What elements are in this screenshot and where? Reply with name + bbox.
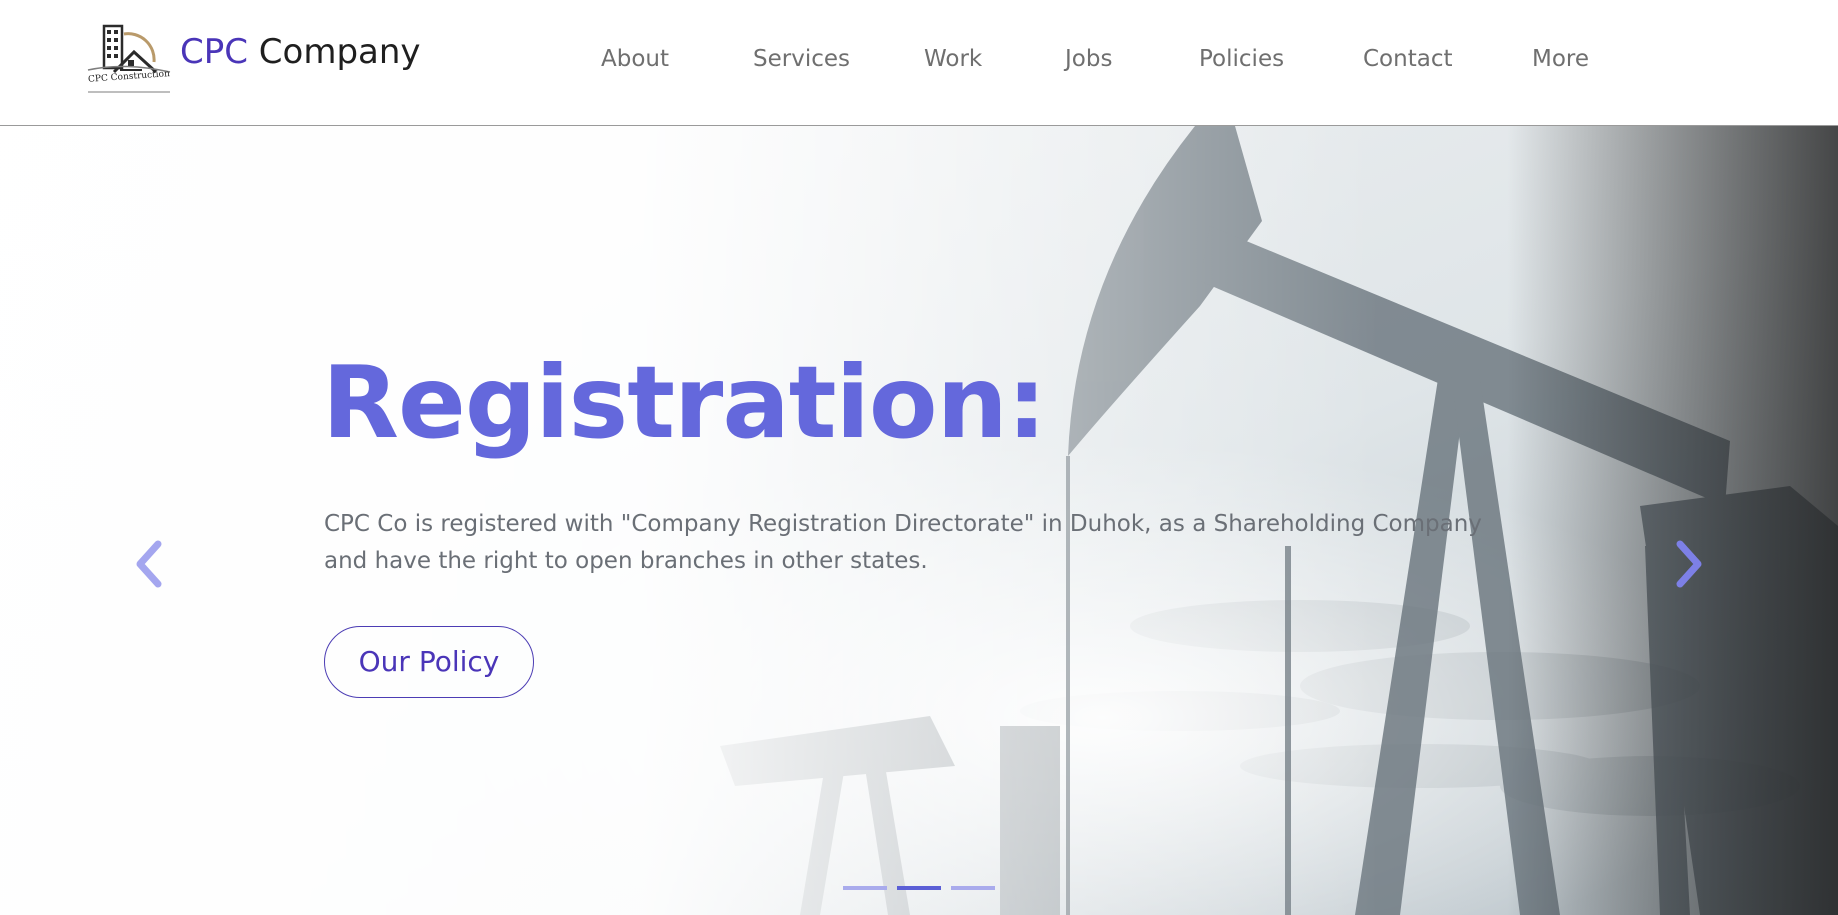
building-logo-icon: [87, 24, 171, 93]
slide-indicator-1[interactable]: [843, 886, 887, 890]
slider-next-button[interactable]: [1666, 534, 1710, 594]
company-logo[interactable]: CPC Construction: [84, 22, 174, 96]
brand-secondary: Company: [258, 32, 421, 72]
nav-services[interactable]: Services: [753, 42, 850, 76]
nav-work[interactable]: Work: [924, 42, 982, 76]
slider-indicators: [843, 886, 995, 894]
nav-contact[interactable]: Contact: [1363, 42, 1452, 76]
brand-primary: CPC: [180, 32, 248, 72]
site-header: CPC Construction CPC Company About Servi…: [0, 0, 1838, 126]
our-policy-button[interactable]: Our Policy: [324, 626, 534, 698]
nav-about[interactable]: About: [601, 42, 669, 76]
nav-jobs[interactable]: Jobs: [1065, 42, 1112, 76]
slider-prev-button[interactable]: [128, 534, 172, 594]
chevron-left-icon: [136, 540, 162, 588]
brand-name[interactable]: CPC Company: [180, 30, 421, 74]
chevron-right-icon: [1676, 540, 1702, 588]
hero-description: CPC Co is registered with "Company Regis…: [324, 511, 1482, 574]
nav-policies[interactable]: Policies: [1199, 42, 1284, 76]
nav-more[interactable]: More: [1532, 42, 1589, 76]
hero-title: Registration:: [322, 344, 1047, 461]
slide-indicator-3[interactable]: [951, 886, 995, 890]
hero-slider: Registration: CPC Co is registered with …: [0, 126, 1838, 915]
slide-indicator-2[interactable]: [897, 886, 941, 890]
